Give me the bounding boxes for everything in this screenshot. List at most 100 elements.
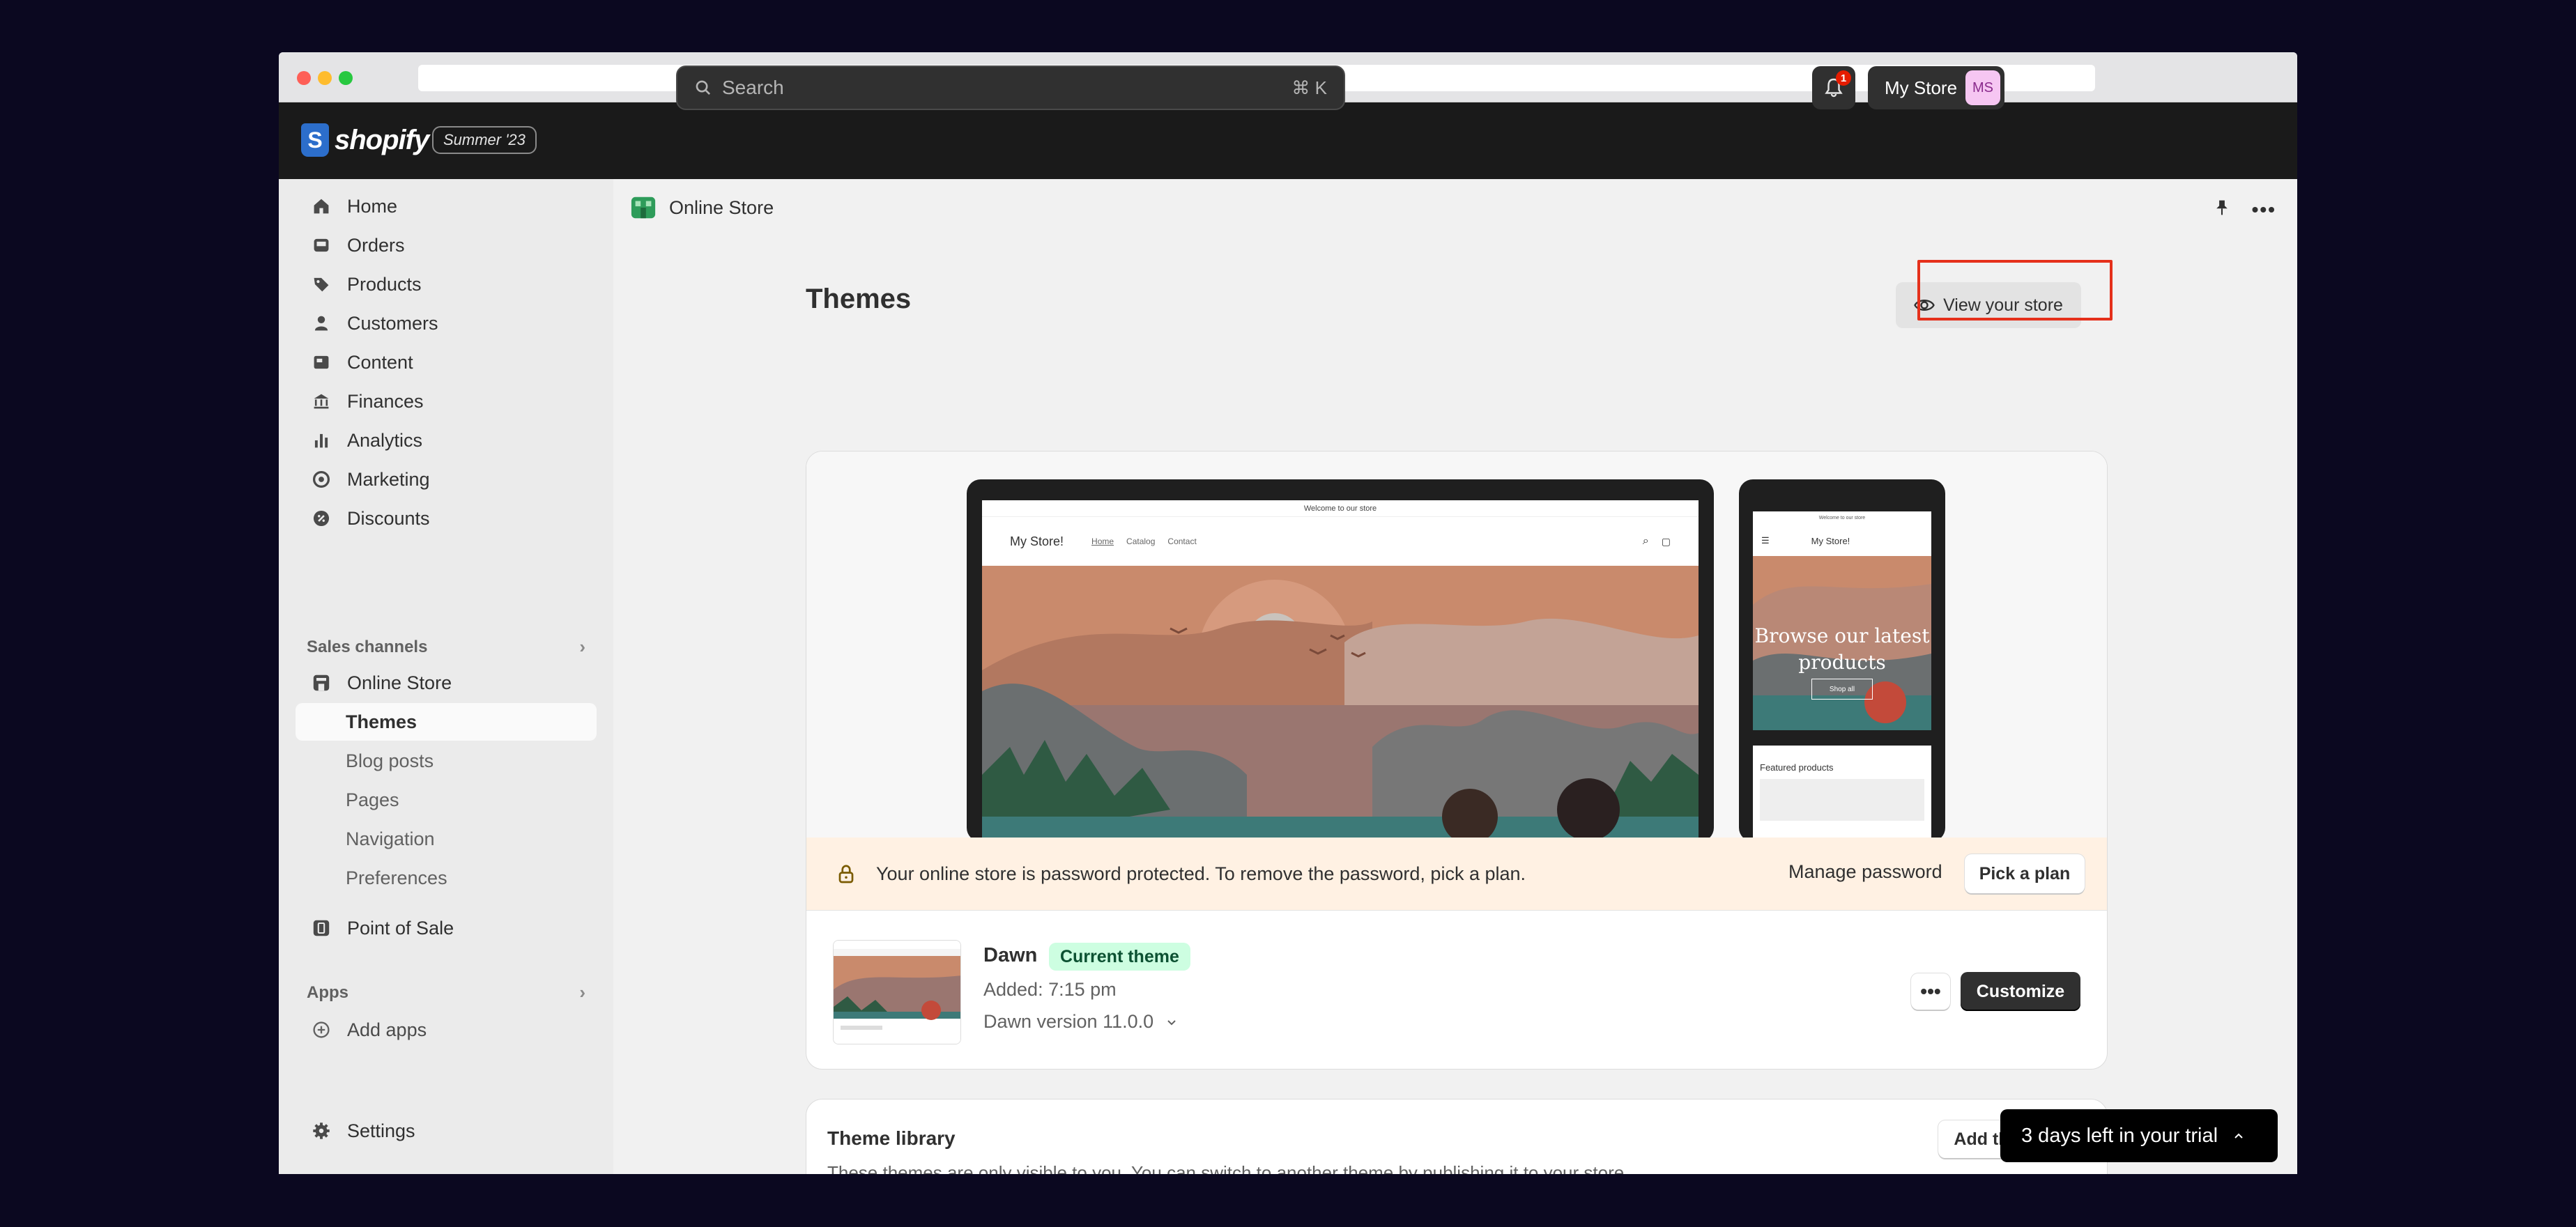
mobile-store-title: My Store! xyxy=(1811,535,1850,546)
mobile-screen: Welcome to our store ☰ My Store! Browse … xyxy=(1753,511,1931,842)
sidebar-item-label: Customers xyxy=(347,312,438,334)
sidebar-item-label: Marketing xyxy=(347,468,430,490)
view-store-label: View your store xyxy=(1943,295,2063,315)
main-content: Online Store ••• Themes View your store … xyxy=(613,179,2297,1174)
preview-search-icon: ⌕ xyxy=(1642,535,1649,547)
discount-icon xyxy=(311,508,332,529)
preview-store-title: My Store! xyxy=(1010,534,1064,548)
mobile-featured-heading: Featured products xyxy=(1760,762,1834,773)
sidebar-item-blog-posts[interactable]: Blog posts xyxy=(296,742,597,780)
sidebar-item-settings[interactable]: Settings xyxy=(296,1112,597,1150)
minimize-window-button[interactable] xyxy=(318,71,332,85)
search-placeholder: Search xyxy=(722,77,784,98)
view-store-button[interactable]: View your store xyxy=(1896,282,2081,328)
close-window-button[interactable] xyxy=(297,71,311,85)
customize-button[interactable]: Customize xyxy=(1961,972,2080,1011)
gear-icon xyxy=(311,1120,332,1141)
current-theme-row: Dawn Current theme Added: 7:15 pm Dawn v… xyxy=(806,910,2107,1066)
theme-version-toggle[interactable]: Dawn version 11.0.0 xyxy=(983,1011,1179,1033)
more-actions-icon[interactable]: ••• xyxy=(2252,199,2276,222)
sidebar-item-online-store[interactable]: Online Store xyxy=(296,664,597,702)
sidebar-item-content[interactable]: Content xyxy=(296,344,597,381)
page-actions: ••• xyxy=(2213,199,2276,222)
inbox-icon xyxy=(311,235,332,256)
chevron-up-icon xyxy=(2234,1133,2243,1139)
search-shortcut: ⌘ K xyxy=(1291,77,1327,98)
tag-icon xyxy=(311,274,332,295)
sidebar-item-orders[interactable]: Orders xyxy=(296,226,597,264)
theme-name: Dawn xyxy=(983,944,1038,966)
store-switcher[interactable]: My Store MS xyxy=(1868,66,2004,109)
theme-library-title: Theme library xyxy=(827,1127,956,1149)
theme-library-description: These themes are only visible to you. Yo… xyxy=(827,1162,1630,1174)
current-theme-card: Welcome to our store My Store! Home Cata… xyxy=(806,451,2108,1070)
page-title: Themes xyxy=(806,284,912,314)
sidebar-item-marketing[interactable]: Marketing xyxy=(296,461,597,498)
add-circle-icon xyxy=(311,1019,332,1040)
pos-icon xyxy=(311,918,332,939)
sidebar-item-label: Home xyxy=(347,195,398,217)
mobile-hero-button: Shop all xyxy=(1811,679,1873,700)
sidebar-item-analytics[interactable]: Analytics xyxy=(296,422,597,459)
sidebar-item-navigation[interactable]: Navigation xyxy=(296,820,597,858)
theme-version: Dawn version 11.0.0 xyxy=(983,1011,1154,1032)
theme-added-time: Added: 7:15 pm xyxy=(983,979,1117,1000)
sidebar-item-customers[interactable]: Customers xyxy=(296,304,597,342)
preview-nav: Home Catalog Contact xyxy=(1091,537,1197,546)
shopify-bag-icon: S xyxy=(301,123,329,157)
sidebar-item-label: Add apps xyxy=(347,1019,427,1040)
shopify-logo[interactable]: S shopify xyxy=(301,121,429,160)
sidebar-item-label: Orders xyxy=(347,234,405,256)
sidebar-item-label: Products xyxy=(347,273,422,295)
mobile-preview: Welcome to our store ☰ My Store! Browse … xyxy=(1739,479,1945,842)
search-bar[interactable]: Search ⌘ K xyxy=(676,65,1345,110)
admin-topbar: S shopify Summer '23 xyxy=(279,102,2297,179)
sidebar-item-label: Content xyxy=(347,351,413,373)
notification-count-badge: 1 xyxy=(1836,70,1851,86)
sidebar-item-label: Settings xyxy=(347,1120,415,1141)
online-store-app-icon xyxy=(631,196,656,219)
notifications-button[interactable]: 1 xyxy=(1812,66,1855,109)
mobile-header: ☰ My Store! xyxy=(1753,525,1931,556)
chevron-right-icon: › xyxy=(579,982,585,1003)
sidebar-item-pages[interactable]: Pages xyxy=(296,781,597,819)
pick-plan-button[interactable]: Pick a plan xyxy=(1965,854,2085,893)
pin-icon[interactable] xyxy=(2213,199,2231,222)
sidebar-item-add-apps[interactable]: Add apps xyxy=(296,1011,597,1049)
trial-banner[interactable]: 3 days left in your trial xyxy=(2000,1109,2278,1162)
desktop-screen: Welcome to our store My Store! Home Cata… xyxy=(982,500,1699,842)
announcement-bar: Welcome to our store xyxy=(982,500,1699,517)
theme-more-actions-button[interactable]: ••• xyxy=(1911,973,1950,1010)
sidebar-item-label: Analytics xyxy=(347,429,423,451)
preview-cart-icon: ▢ xyxy=(1661,535,1671,547)
sidebar: Home Orders Products Customers Content F… xyxy=(279,179,613,1174)
sidebar-item-themes[interactable]: Themes xyxy=(296,703,597,741)
breadcrumb-label: Online Store xyxy=(669,196,774,218)
home-icon xyxy=(311,196,332,217)
desktop-preview: Welcome to our store My Store! Home Cata… xyxy=(967,479,1714,842)
sidebar-item-finances[interactable]: Finances xyxy=(296,383,597,420)
sales-channels-label: Sales channels xyxy=(307,637,428,656)
theme-library-card: Theme library These themes are only visi… xyxy=(806,1099,2108,1174)
brand-name: shopify xyxy=(335,124,429,155)
image-icon xyxy=(311,352,332,373)
chevron-right-icon: › xyxy=(579,636,585,657)
sidebar-item-home[interactable]: Home xyxy=(296,187,597,225)
mobile-hero-heading: Browse our latest products xyxy=(1754,624,1930,674)
preview-nav-link: Catalog xyxy=(1126,537,1156,546)
sales-channels-header[interactable]: Sales channels › xyxy=(307,636,585,658)
sidebar-item-products[interactable]: Products xyxy=(296,265,597,303)
sidebar-item-point-of-sale[interactable]: Point of Sale xyxy=(296,909,597,947)
password-banner-message: Your online store is password protected.… xyxy=(876,863,1526,884)
sidebar-item-label: Discounts xyxy=(347,507,430,529)
breadcrumb[interactable]: Online Store xyxy=(630,194,774,221)
bar-chart-icon xyxy=(311,430,332,451)
edition-badge[interactable]: Summer '23 xyxy=(432,126,537,154)
password-banner: Your online store is password protected.… xyxy=(806,838,2107,910)
sidebar-item-preferences[interactable]: Preferences xyxy=(296,859,597,897)
apps-header[interactable]: Apps › xyxy=(307,982,585,1003)
maximize-window-button[interactable] xyxy=(339,71,353,85)
manage-password-button[interactable]: Manage password xyxy=(1788,861,1942,883)
avatar: MS xyxy=(1965,70,2000,105)
sidebar-item-discounts[interactable]: Discounts xyxy=(296,500,597,537)
